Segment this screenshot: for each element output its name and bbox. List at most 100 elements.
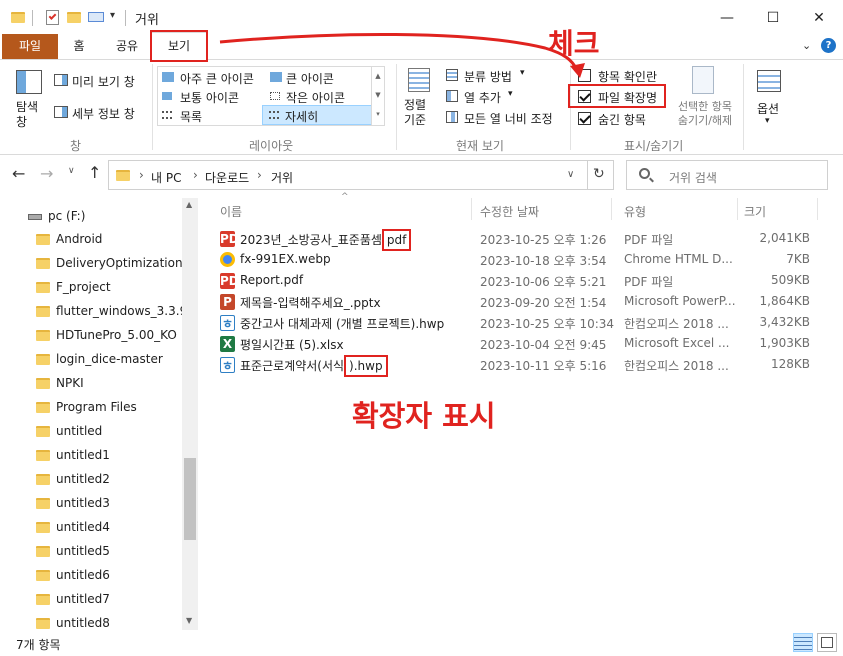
sidebar-scrollbar[interactable]: ▲ ▼ bbox=[182, 198, 198, 630]
scroll-down-icon[interactable]: ▼ bbox=[186, 616, 192, 625]
sidebar-item-drive[interactable]: pc (F:) bbox=[28, 206, 178, 226]
sidebar-item[interactable]: untitled4 bbox=[36, 516, 181, 540]
sidebar-item-label: untitled5 bbox=[56, 544, 110, 558]
file-type: PDF 파일 bbox=[624, 233, 674, 247]
chrome-icon bbox=[220, 252, 235, 267]
navigation-bar: ← → ∨ ↑ › 내 PC › 다운로드 › 거위 ∨ ↻ 거위 검색 bbox=[0, 156, 843, 194]
column-header-label: 크기 bbox=[744, 205, 767, 219]
folder-icon bbox=[36, 618, 50, 629]
annotation-arrow bbox=[219, 32, 585, 78]
folder-icon bbox=[36, 354, 50, 365]
sidebar-item[interactable]: untitled3 bbox=[36, 492, 181, 516]
file-type: Chrome HTML D... bbox=[624, 252, 733, 266]
sidebar-item-label: untitled4 bbox=[56, 520, 110, 534]
file-size: 1,903KB bbox=[759, 336, 810, 350]
folder-icon bbox=[36, 546, 50, 557]
scroll-up-icon[interactable]: ▲ bbox=[186, 200, 192, 209]
file-type: 한컴오피스 2018 ... bbox=[624, 317, 729, 331]
file-name: 평일시간표 (5).xlsx bbox=[240, 338, 344, 352]
file-date: 2023-10-11 오후 5:16 bbox=[480, 359, 607, 373]
breadcrumb-separator: › bbox=[257, 168, 262, 182]
file-type: Microsoft Excel ... bbox=[624, 336, 730, 350]
annotation-check-label: 체크 bbox=[548, 27, 600, 60]
breadcrumb-downloads[interactable]: 다운로드 bbox=[205, 169, 249, 186]
folder-icon bbox=[36, 306, 50, 317]
sidebar-item[interactable]: HDTunePro_5.00_KO bbox=[36, 324, 181, 348]
column-header-label: 유형 bbox=[624, 205, 647, 219]
column-header-type[interactable]: 유형 bbox=[616, 198, 738, 220]
search-icon-handle bbox=[649, 177, 654, 183]
file-name-stem: 표준근로계약서(서식 bbox=[240, 359, 345, 373]
sidebar-item[interactable]: untitled2 bbox=[36, 468, 181, 492]
column-header-date[interactable]: 수정한 날짜 bbox=[474, 198, 612, 220]
group-label-layout: 레이아웃 bbox=[249, 139, 294, 153]
excel-icon: X bbox=[220, 336, 235, 352]
file-name: fx-991EX.webp bbox=[240, 252, 331, 266]
folder-icon bbox=[36, 570, 50, 581]
file-size: 1,864KB bbox=[759, 294, 810, 308]
file-type: 한컴오피스 2018 ... bbox=[624, 359, 729, 373]
pdf-icon: PDF bbox=[220, 231, 247, 247]
sidebar-item[interactable]: untitled7 bbox=[36, 588, 181, 612]
file-date: 2023-10-25 오후 1:26 bbox=[480, 233, 607, 247]
up-arrow-icon[interactable]: ↑ bbox=[88, 163, 101, 182]
sidebar-item-label: untitled6 bbox=[56, 568, 110, 582]
sidebar-item-label: NPKI bbox=[56, 376, 84, 390]
address-dropdown-icon[interactable]: ∨ bbox=[567, 169, 574, 180]
breadcrumb-current[interactable]: 거위 bbox=[271, 169, 293, 186]
sidebar-item[interactable]: untitled6 bbox=[36, 564, 181, 588]
file-size: 2,041KB bbox=[759, 231, 810, 245]
hwp-icon: ㅎ bbox=[220, 315, 235, 331]
file-row[interactable]: P 제목을-입력해주세요_.pptx 2023-09-20 오전 1:54 Micro… bbox=[220, 291, 820, 312]
sidebar-item[interactable]: untitled5 bbox=[36, 540, 181, 564]
sidebar-item-label: Android bbox=[56, 232, 103, 246]
refresh-icon[interactable]: ↻ bbox=[593, 166, 605, 182]
sidebar-item[interactable]: F_project bbox=[36, 276, 181, 300]
file-name: 중간고사 대체과제 (개별 프로젝트).hwp bbox=[240, 317, 445, 331]
forward-arrow-icon[interactable]: → bbox=[40, 164, 53, 183]
folder-icon bbox=[36, 330, 50, 341]
annotation-arrow-path bbox=[219, 32, 579, 71]
sidebar-item-label: untitled2 bbox=[56, 472, 110, 486]
file-type: Microsoft PowerP... bbox=[624, 294, 736, 308]
sidebar-item-label: Program Files bbox=[56, 400, 137, 414]
sidebar-item[interactable]: flutter_windows_3.3.9-s bbox=[36, 300, 198, 324]
large-icons-view-icon[interactable] bbox=[817, 633, 837, 652]
file-type: PDF 파일 bbox=[624, 275, 674, 289]
breadcrumb-this-pc[interactable]: 내 PC bbox=[151, 169, 181, 186]
file-row[interactable]: PDF Report.pdf 2023-10-06 오후 5:21 PDF 파일 509… bbox=[220, 270, 820, 291]
file-extension-highlight: ).hwp bbox=[344, 355, 388, 377]
sidebar-item[interactable]: login_dice-master bbox=[36, 348, 181, 372]
back-arrow-icon[interactable]: ← bbox=[12, 164, 25, 183]
column-header-name[interactable]: 이름 bbox=[214, 198, 472, 220]
file-row[interactable]: ㅎ 표준근로계약서(서식).hwp 2023-10-11 오후 5:16 한컴오피스 … bbox=[220, 354, 820, 377]
sidebar-item-label: login_dice-master bbox=[56, 352, 163, 366]
address-bar[interactable]: › 내 PC › 다운로드 › 거위 ∨ ↻ bbox=[108, 160, 614, 190]
file-row[interactable]: ㅎ 중간고사 대체과제 (개별 프로젝트).hwp 2023-10-25 오후 10… bbox=[220, 312, 820, 333]
breadcrumb-separator: › bbox=[193, 168, 198, 182]
file-name-stem: 2023년_소방공사_표준품셈 bbox=[240, 233, 382, 247]
details-view-icon[interactable] bbox=[793, 633, 813, 652]
sidebar-item[interactable]: untitled bbox=[36, 420, 181, 444]
scrollbar-thumb[interactable] bbox=[184, 458, 196, 540]
file-row[interactable]: X 평일시간표 (5).xlsx 2023-10-04 오전 9:45 Microso… bbox=[220, 333, 820, 354]
column-header-label: 이름 bbox=[220, 205, 243, 219]
sidebar-item[interactable]: untitled1 bbox=[36, 444, 181, 468]
sidebar-item[interactable]: NPKI bbox=[36, 372, 181, 396]
file-date: 2023-10-18 오후 3:54 bbox=[480, 254, 607, 268]
file-row[interactable]: PDF 2023년_소방공사_표준품셈 pdf 2023-10-25 오후 1:26 P… bbox=[220, 228, 820, 251]
file-row[interactable]: fx-991EX.webp 2023-10-18 오후 3:54 Chrome HT… bbox=[220, 249, 820, 270]
folder-icon bbox=[36, 258, 50, 269]
file-size: 128KB bbox=[770, 357, 810, 371]
navigation-pane: pc (F:) Android DeliveryOptimization F_pro… bbox=[0, 194, 200, 630]
item-count: 7개 항목 bbox=[16, 638, 61, 652]
sidebar-item[interactable]: DeliveryOptimization bbox=[36, 252, 183, 276]
recent-locations-icon[interactable]: ∨ bbox=[68, 166, 75, 176]
sidebar-item[interactable]: Program Files bbox=[36, 396, 181, 420]
column-header-size[interactable]: 크기 bbox=[740, 198, 818, 220]
sidebar-item[interactable]: Android bbox=[36, 228, 181, 252]
hwp-icon: ㅎ bbox=[220, 357, 235, 373]
search-box[interactable]: 거위 검색 bbox=[626, 160, 828, 190]
sidebar-item-label: untitled bbox=[56, 424, 103, 438]
file-extension-highlight: pdf bbox=[381, 229, 412, 251]
